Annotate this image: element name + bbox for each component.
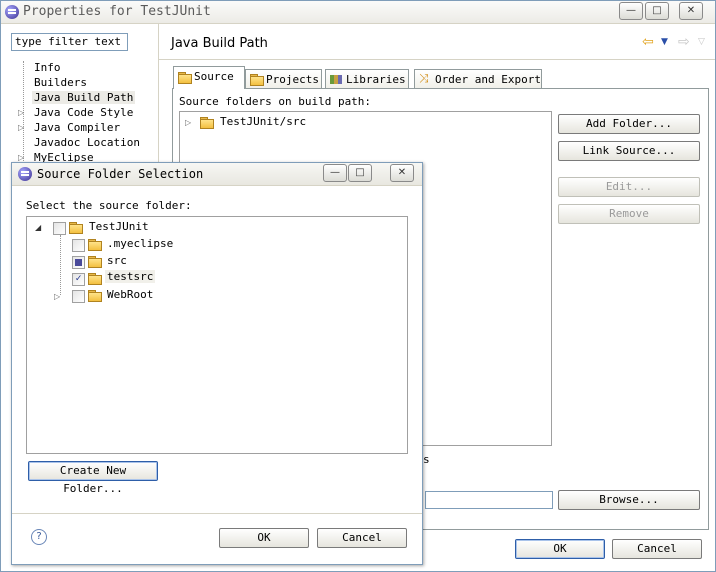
page-title: Java Build Path <box>171 36 268 51</box>
source-folders-label: Source folders on build path: <box>179 95 372 108</box>
dialog-close-button[interactable]: ✕ <box>390 164 414 182</box>
maximize-button[interactable]: □ <box>645 2 669 20</box>
source-folder-selection-dialog: Source Folder Selection — □ ✕ Select the… <box>11 162 423 565</box>
expand-arrow-icon[interactable]: ▷ <box>18 123 24 132</box>
nav-item-java-compiler[interactable]: Java Compiler <box>34 121 120 134</box>
dialog-maximize-button[interactable]: □ <box>348 164 372 182</box>
eclipse-icon <box>5 5 19 19</box>
expand-arrow-icon[interactable]: ▷ <box>18 108 24 117</box>
folder-icon <box>88 256 102 268</box>
tree-item-webroot[interactable]: WebRoot <box>107 288 153 301</box>
dropdown-arrow-icon[interactable]: ▼ <box>661 37 668 47</box>
tab-label: Projects <box>266 73 319 86</box>
testsrc-checkbox[interactable]: ✓ <box>72 273 85 286</box>
tab-libraries[interactable]: Libraries <box>325 69 409 89</box>
browse-button[interactable]: Browse... <box>558 490 700 510</box>
nav-item-info[interactable]: Info <box>34 61 61 74</box>
source-folder-item[interactable]: TestJUnit/src <box>220 115 306 128</box>
add-folder-button[interactable]: Add Folder... <box>558 114 700 134</box>
src-checkbox[interactable] <box>72 256 85 269</box>
eclipse-icon <box>18 167 32 181</box>
tree-line <box>60 235 61 295</box>
nav-item-java-build-path[interactable]: Java Build Path <box>32 91 136 104</box>
tab-source[interactable]: Source <box>173 66 245 89</box>
webroot-checkbox[interactable] <box>72 290 85 303</box>
tab-label: Order and Export <box>435 73 541 86</box>
source-folder-icon <box>200 117 214 129</box>
dialog-cancel-button[interactable]: Cancel <box>317 528 407 548</box>
expand-arrow-icon[interactable]: ▷ <box>54 292 60 301</box>
filter-input[interactable]: type filter text <box>11 33 128 51</box>
tree-item-testsrc[interactable]: testsrc <box>105 270 156 283</box>
tab-projects[interactable]: Projects <box>245 69 322 89</box>
dialog-button-separator <box>12 513 422 514</box>
link-source-button[interactable]: Link Source... <box>558 141 700 161</box>
projects-icon <box>250 74 264 86</box>
libraries-icon <box>330 75 342 84</box>
expand-arrow-icon[interactable]: ▷ <box>185 118 191 127</box>
root-checkbox[interactable] <box>53 222 66 235</box>
folder-icon <box>88 290 102 302</box>
close-button[interactable]: ✕ <box>679 2 703 20</box>
properties-title-bar[interactable]: Properties for TestJUnit — □ ✕ <box>1 1 715 24</box>
remove-button[interactable]: Remove <box>558 204 700 224</box>
dialog-ok-button[interactable]: OK <box>219 528 309 548</box>
expand-arrow-icon[interactable]: ▷ <box>18 153 24 162</box>
folder-icon <box>88 239 102 251</box>
nav-item-builders[interactable]: Builders <box>34 76 87 89</box>
collapse-arrow-icon[interactable]: ◢ <box>35 223 41 232</box>
partial-label: s <box>423 453 430 466</box>
tab-label: Source <box>194 70 234 83</box>
forward-arrow-icon[interactable]: ⇨ <box>678 34 690 50</box>
dialog-minimize-button[interactable]: — <box>323 164 347 182</box>
dialog-title: Source Folder Selection <box>37 167 204 181</box>
tab-order-and-export[interactable]: ⤨ Order and Export <box>414 69 542 89</box>
tab-label: Libraries <box>346 73 406 86</box>
help-icon[interactable]: ? <box>31 529 47 545</box>
cancel-button[interactable]: Cancel <box>612 539 702 559</box>
create-new-folder-button[interactable]: Create New Folder... <box>28 461 158 495</box>
header-separator <box>158 59 715 60</box>
ok-button[interactable]: OK <box>515 539 605 559</box>
nav-item-javadoc-location[interactable]: Javadoc Location <box>34 136 140 149</box>
order-export-icon: ⤨ <box>419 71 429 85</box>
tree-root-label[interactable]: TestJUnit <box>89 220 149 233</box>
window-title: Properties for TestJUnit <box>23 4 211 19</box>
back-arrow-icon[interactable]: ⇦ <box>642 34 654 50</box>
source-folder-icon <box>178 72 192 84</box>
myeclipse-checkbox[interactable] <box>72 239 85 252</box>
output-folder-input[interactable] <box>425 491 553 509</box>
dropdown-arrow-icon[interactable]: ▽ <box>698 37 705 47</box>
edit-button[interactable]: Edit... <box>558 177 700 197</box>
dialog-title-bar[interactable]: Source Folder Selection — □ ✕ <box>12 163 422 186</box>
project-folder-icon <box>69 222 83 234</box>
folder-icon <box>88 273 102 285</box>
tree-item-myeclipse[interactable]: .myeclipse <box>107 237 173 250</box>
select-folder-label: Select the source folder: <box>26 199 192 212</box>
folder-tree[interactable]: ◢ TestJUnit .myeclipse src ✓ testsrc ▷ W… <box>26 216 408 454</box>
nav-item-java-code-style[interactable]: Java Code Style <box>34 106 133 119</box>
tree-item-src[interactable]: src <box>107 254 127 267</box>
minimize-button[interactable]: — <box>619 2 643 20</box>
